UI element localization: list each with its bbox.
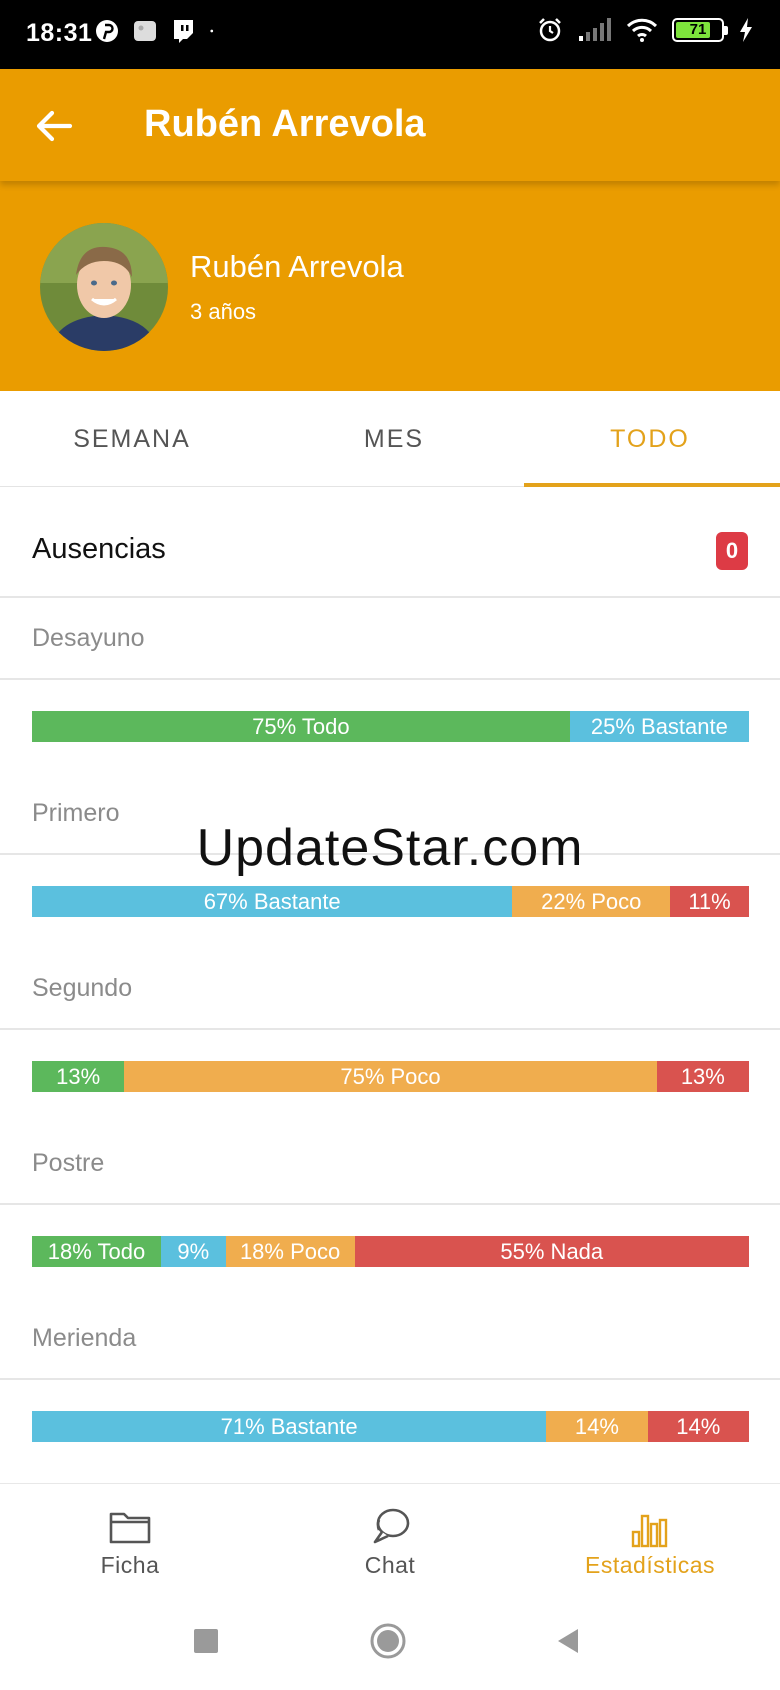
meal-stacked-bar: 71% Bastante 14% 14% <box>32 1411 749 1442</box>
profile-header: Rubén Arrevola 3 años <box>0 181 780 391</box>
pinterest-icon <box>96 20 118 42</box>
meal-stacked-bar: 75% Todo 25% Bastante <box>32 711 749 742</box>
notification-icons <box>94 18 222 44</box>
bar-segment-bastante: 9% <box>161 1236 226 1267</box>
bar-segment-bastante: 71% Bastante <box>32 1411 547 1442</box>
nav-label: Chat <box>364 1552 416 1578</box>
nav-ficha[interactable]: Ficha <box>0 1484 260 1594</box>
divider <box>0 1203 780 1205</box>
meal-stacked-bar: 13% 75% Poco 13% <box>32 1061 749 1092</box>
back-icon[interactable] <box>548 1621 588 1661</box>
battery-percent: 71 <box>689 21 707 38</box>
absences-row: Ausencias 0 <box>0 488 780 598</box>
bar-segment-poco: 18% Poco <box>225 1236 355 1267</box>
bar-segment-bastante: 25% Bastante <box>569 711 749 742</box>
divider <box>0 1378 780 1380</box>
avatar-photo <box>40 223 168 351</box>
folder-icon <box>109 1512 151 1544</box>
meal-section-merienda: Merienda 71% Bastante 14% 14% <box>0 1298 780 1473</box>
divider <box>0 678 780 680</box>
divider <box>0 1028 780 1030</box>
system-navigation <box>0 1593 780 1690</box>
bar-chart-icon <box>631 1514 668 1548</box>
bar-segment-todo: 75% Todo <box>32 711 570 742</box>
meal-section-segundo: Segundo 13% 75% Poco 13% <box>0 948 780 1123</box>
period-tabs: SEMANA MES TODO <box>0 391 780 487</box>
battery-icon: 71 <box>672 18 728 42</box>
bar-segment-nada: 55% Nada <box>354 1236 749 1267</box>
meal-stacked-bar: 18% Todo 9% 18% Poco 55% Nada <box>32 1236 749 1267</box>
bar-segment-nada: 13% <box>656 1061 749 1092</box>
bar-segment-todo: 18% Todo <box>32 1236 162 1267</box>
home-icon[interactable] <box>368 1621 408 1661</box>
page-title: Rubén Arrevola <box>144 103 426 145</box>
bar-segment-poco: 22% Poco <box>512 886 671 917</box>
twitch-icon <box>174 20 193 43</box>
tab-semana[interactable]: SEMANA <box>2 391 262 487</box>
meal-label: Postre <box>32 1149 105 1177</box>
nav-estadisticas[interactable]: Estadísticas <box>520 1484 780 1594</box>
bar-segment-nada: 14% <box>647 1411 749 1442</box>
bar-segment-bastante: 67% Bastante <box>32 886 513 917</box>
meal-section-desayuno: Desayuno 75% Todo 25% Bastante <box>0 598 780 773</box>
arrow-left-icon[interactable] <box>32 103 78 149</box>
profile-name: Rubén Arrevola <box>190 249 404 284</box>
signal-icon <box>579 18 611 41</box>
meal-section-postre: Postre 18% Todo 9% 18% Poco 55% Nada <box>0 1123 780 1298</box>
bottom-navigation: Ficha Chat Estadísticas <box>0 1483 780 1593</box>
nav-chat[interactable]: Chat <box>260 1484 520 1594</box>
nav-label: Estadísticas <box>585 1552 715 1578</box>
app-bar: Rubén Arrevola <box>0 69 780 181</box>
tab-mes[interactable]: MES <box>264 391 524 487</box>
dot-icon <box>210 29 214 33</box>
charging-icon <box>740 18 752 42</box>
bar-segment-poco: 14% <box>546 1411 648 1442</box>
alarm-icon <box>539 18 561 42</box>
image-icon <box>134 21 156 41</box>
bar-segment-todo: 13% <box>32 1061 125 1092</box>
meal-stacked-bar: 67% Bastante 22% Poco 11% <box>32 886 749 917</box>
meal-label: Segundo <box>32 974 133 1002</box>
recents-icon[interactable] <box>186 1621 226 1661</box>
nav-label: Ficha <box>100 1552 160 1578</box>
bar-segment-poco: 75% Poco <box>124 1061 657 1092</box>
meal-label: Merienda <box>32 1324 137 1352</box>
status-bar: 18:31 71 <box>0 0 780 69</box>
chat-icon <box>373 1508 410 1544</box>
meal-label: Desayuno <box>32 624 145 652</box>
tab-todo[interactable]: TODO <box>520 391 780 487</box>
bar-segment-nada: 11% <box>670 886 749 917</box>
profile-age: 3 años <box>190 299 257 324</box>
divider <box>0 853 780 855</box>
absences-label: Ausencias <box>32 533 166 565</box>
system-status-icons: 71 <box>536 16 754 44</box>
meal-label: Primero <box>32 799 120 827</box>
wifi-icon <box>626 18 658 42</box>
absences-count-badge: 0 <box>716 532 748 570</box>
status-time: 18:31 <box>26 19 93 47</box>
avatar <box>40 223 168 351</box>
meal-section-primero: Primero 67% Bastante 22% Poco 11% <box>0 773 780 948</box>
